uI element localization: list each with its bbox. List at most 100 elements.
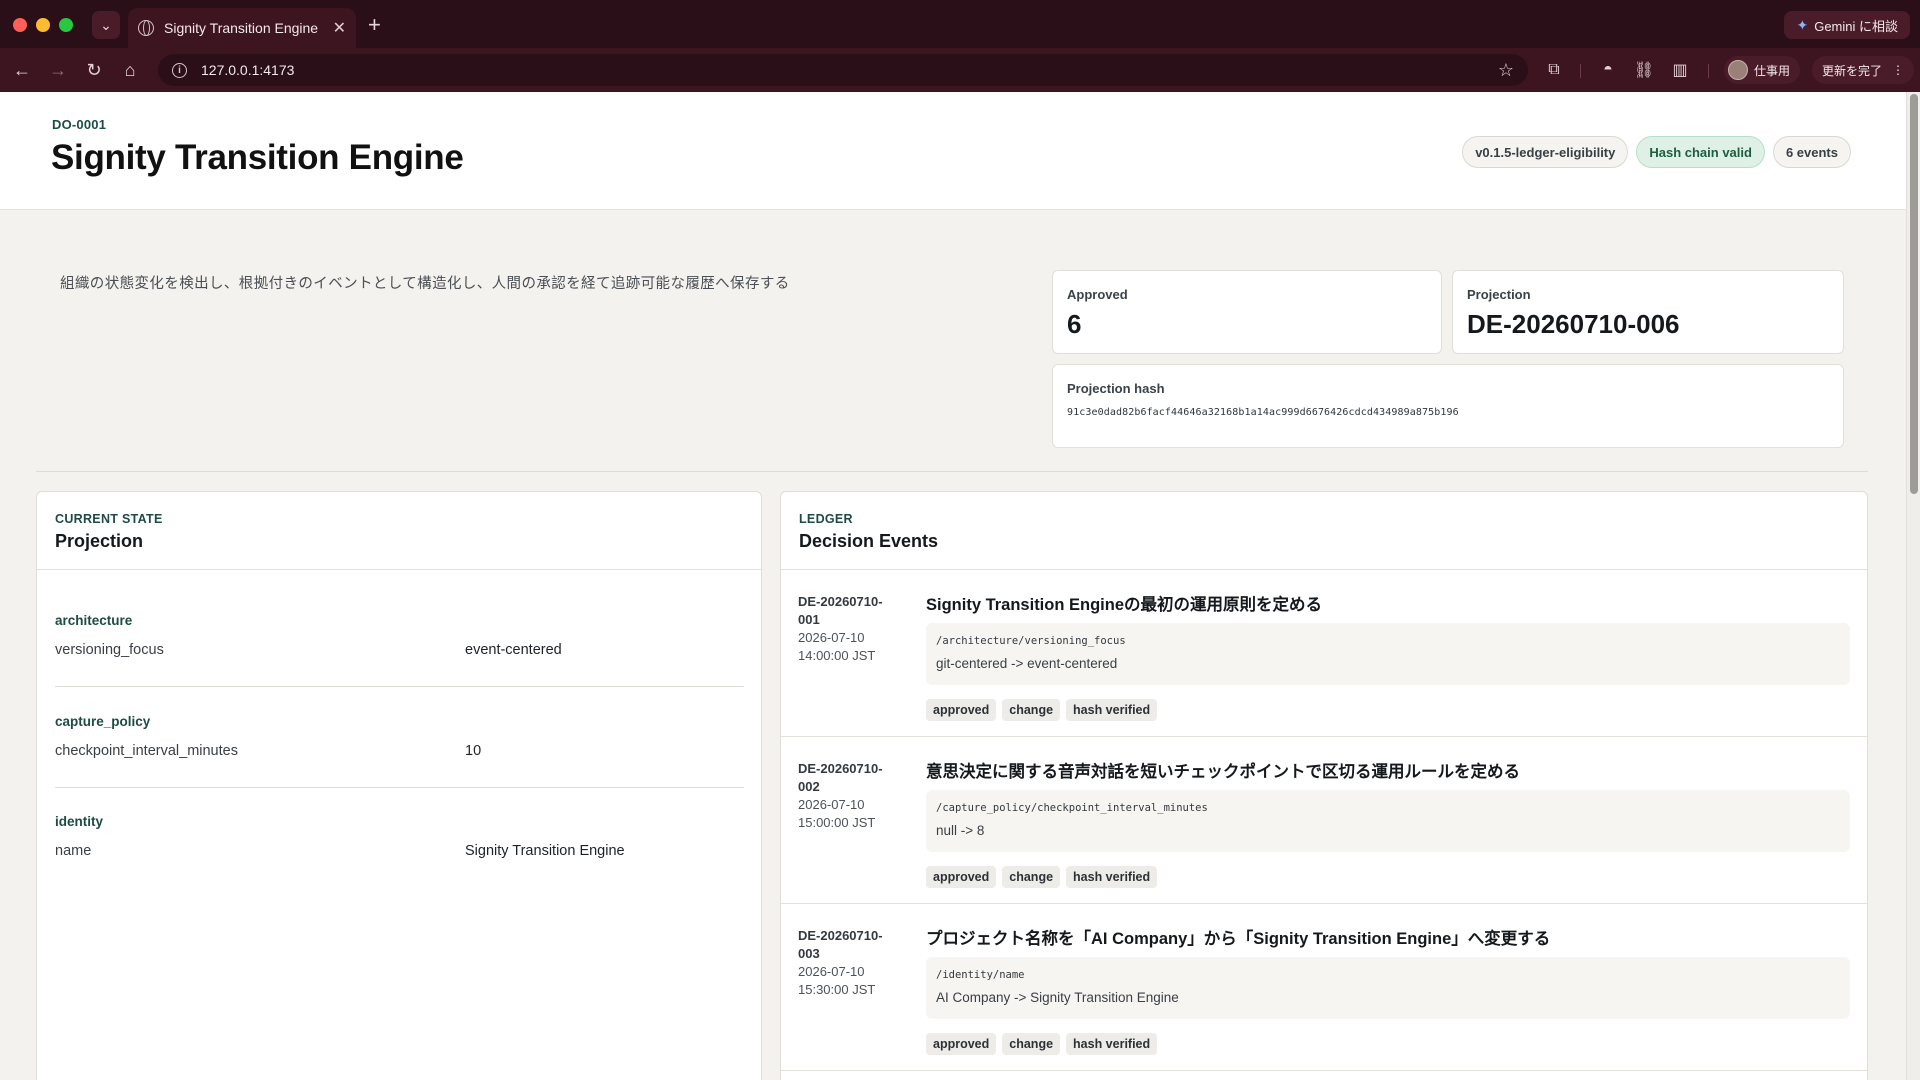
version-badge: v0.1.5-ledger-eligibility [1462,136,1629,168]
projection-panel-header: CURRENT STATE Projection [37,492,761,570]
projection-hash-card: Projection hash 91c3e0dad82b6facf44646a3… [1052,364,1844,448]
ledger-eyebrow: LEDGER [799,512,853,526]
tag-change: change [1002,699,1061,721]
projection-label: Projection [1467,287,1531,302]
ledger-panel-header: LEDGER Decision Events [781,492,1867,570]
browser-toolbar: ← → ↻ ⌂ i 127.0.0.1:4173 ☆ ⧉ ◓ ⛓ ▥ 仕事用 更… [0,48,1920,92]
page-header: DO-0001 Signity Transition Engine v0.1.5… [0,92,1906,210]
projection-panel: CURRENT STATE Projection architecture ve… [36,491,762,1080]
state-row: name Signity Transition Engine [55,843,761,859]
profile-button[interactable]: 仕事用 [1724,56,1801,84]
more-vertical-icon[interactable]: ⋮ [1892,63,1904,77]
profile-label: 仕事用 [1754,63,1791,78]
tag-change: change [1002,1033,1061,1055]
event-title: Signity Transition Engineの最初の運用原則を定める [926,596,1323,614]
url-text: 127.0.0.1:4173 [201,62,295,78]
back-button[interactable]: ← [8,56,36,84]
approved-card: Approved 6 [1052,270,1442,354]
tag-change: change [1002,866,1061,888]
chevron-down-icon: ⌄ [100,16,112,33]
state-key: name [55,843,92,859]
event-path: /capture_policy/checkpoint_interval_minu… [936,802,1208,814]
projection-card: Projection DE-20260710-006 [1452,270,1844,354]
home-button[interactable]: ⌂ [116,56,144,84]
forward-button[interactable]: → [44,56,72,84]
state-row: versioning_focus event-centered [55,642,761,658]
update-label: 更新を完了 [1822,63,1883,78]
close-icon[interactable]: ✕ [333,18,346,38]
tag-approved: approved [926,1033,997,1055]
event-change-box: /capture_policy/checkpoint_interval_minu… [926,790,1850,852]
group-divider [55,686,744,687]
event-tags: approved change hash verified [926,699,1158,721]
decision-event[interactable]: DE-20260710- 001 2026-07-10 14:00:00 JST S… [781,571,1867,737]
address-bar[interactable]: i 127.0.0.1:4173 ☆ [158,54,1528,86]
decision-event[interactable]: DE-20260710- 003 2026-07-10 15:30:00 JST プ… [781,905,1867,1071]
arrow-right-icon: → [49,59,67,80]
side-panel-icon[interactable]: ▥ [1666,56,1694,84]
event-change-box: /architecture/versioning_focus git-cente… [926,623,1850,685]
state-value: Signity Transition Engine [465,843,625,859]
status-badges: v0.1.5-ledger-eligibility Hash chain val… [1462,136,1851,168]
tag-hash-verified: hash verified [1066,866,1158,888]
extensions-icon[interactable]: ⧉ [1540,56,1568,84]
gemini-button[interactable]: ✦ Gemini に相談 [1784,11,1910,39]
tag-approved: approved [926,699,997,721]
projection-eyebrow: CURRENT STATE [55,512,163,526]
group-divider [55,787,744,788]
project-description: 組織の状態変化を検出し、根拠付きのイベントとして構造化し、人間の承認を経て追跡可… [60,276,790,292]
decision-event[interactable]: DE-20260710- 002 2026-07-10 15:00:00 JST 意… [781,738,1867,904]
arrow-left-icon: ← [13,59,31,80]
section-divider [36,471,1868,472]
globe-icon [138,20,154,36]
event-timestamp: 2026-07-10 15:00:00 JST [798,797,876,830]
event-path: /architecture/versioning_focus [936,635,1126,647]
state-group: identity name Signity Transition Engine [55,814,761,859]
event-tags: approved change hash verified [926,1033,1158,1055]
group-name: architecture [55,613,133,628]
incognito-icon[interactable]: ◓ [1594,56,1622,84]
star-icon[interactable]: ☆ [1498,60,1514,81]
state-value: 10 [465,743,482,759]
event-diff: git-centered -> event-centered [936,656,1118,671]
projection-hash-label: Projection hash [1067,381,1165,396]
tab-search-button[interactable]: ⌄ [92,11,120,39]
event-timestamp: 2026-07-10 15:30:00 JST [798,964,876,997]
site-info-icon[interactable]: i [172,62,187,78]
event-id: DE-20260710- 002 [798,761,883,794]
sparkle-icon: ✦ [1796,16,1809,33]
page-title: Signity Transition Engine [51,138,464,177]
tag-approved: approved [926,866,997,888]
ledger-panel-title: Decision Events [799,531,939,551]
reload-button[interactable]: ↻ [80,56,108,84]
approved-label: Approved [1067,287,1128,302]
state-group: architecture versioning_focus event-cent… [55,613,761,658]
state-row: checkpoint_interval_minutes 10 [55,743,761,759]
event-diff: null -> 8 [936,823,985,838]
ledger-panel: LEDGER Decision Events DE-20260710- 001 2… [780,491,1868,1080]
event-id: DE-20260710- 001 [798,594,883,627]
event-change-box: /identity/name AI Company -> Signity Tra… [926,957,1850,1019]
group-name: identity [55,814,104,829]
minimize-window-button[interactable] [36,18,50,32]
browser-tab[interactable]: Signity Transition Engine ✕ [128,8,356,48]
link-icon[interactable]: ⛓ [1630,56,1658,84]
state-value: event-centered [465,642,562,658]
reload-icon: ↻ [86,59,102,80]
page-viewport: DO-0001 Signity Transition Engine v0.1.5… [0,92,1920,1080]
update-button[interactable]: 更新を完了 ⋮ [1812,56,1915,84]
page-scrollbar[interactable] [1906,92,1920,1080]
event-title: 意思決定に関する音声対話を短いチェックポイントで区切る運用ルールを定める [926,763,1520,781]
new-tab-button[interactable]: + [368,12,381,38]
hash-status-badge: Hash chain valid [1636,136,1765,168]
event-diff: AI Company -> Signity Transition Engine [936,990,1179,1005]
maximize-window-button[interactable] [59,18,73,32]
scrollbar-thumb[interactable] [1910,94,1918,494]
projection-panel-title: Projection [55,531,144,551]
event-tags: approved change hash verified [926,866,1158,888]
toolbar-divider [1580,64,1581,78]
document-id: DO-0001 [52,117,107,132]
event-title: プロジェクト名称を「AI Company」から「Signity Transiti… [926,930,1551,948]
close-window-button[interactable] [13,18,27,32]
tag-hash-verified: hash verified [1066,699,1158,721]
